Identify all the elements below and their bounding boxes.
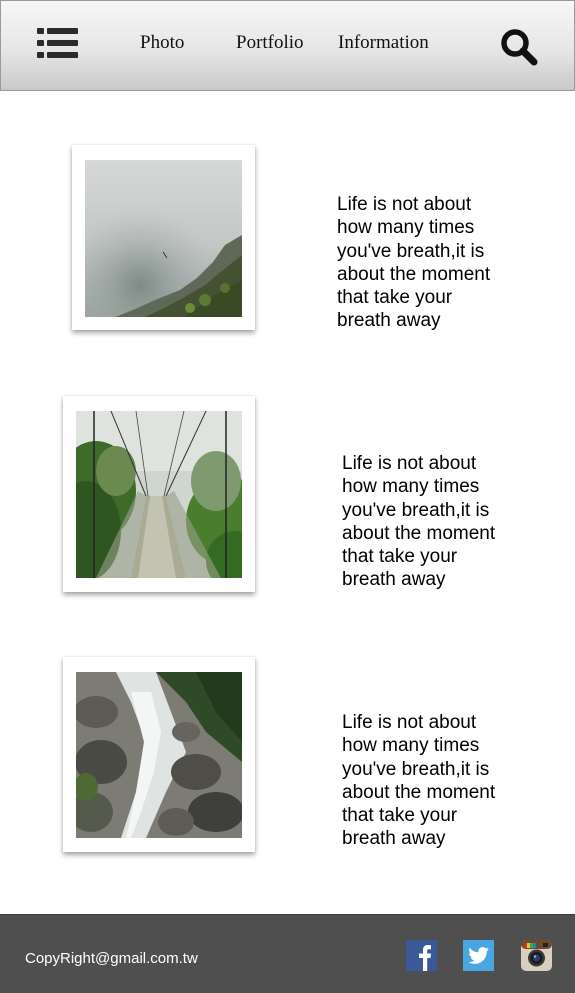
- caption-line: breath away: [337, 310, 441, 332]
- caption-line: you've breath,it is: [342, 499, 490, 521]
- copyright-text: CopyRight@gmail.com.tw: [25, 950, 198, 967]
- footer: CopyRight@gmail.com.tw: [0, 914, 575, 993]
- caption-line: that take your: [337, 287, 453, 309]
- instagram-icon[interactable]: [521, 940, 552, 971]
- photo-misty-cliff: [85, 160, 242, 317]
- search-icon[interactable]: [500, 28, 538, 66]
- caption-line: how many times: [342, 476, 480, 498]
- nav-link-information[interactable]: Information: [338, 32, 429, 54]
- post-caption: Life is not about how many times you've …: [342, 711, 517, 851]
- caption-line: breath away: [342, 569, 446, 591]
- caption-line: Life is not about: [342, 453, 477, 474]
- facebook-icon[interactable]: [406, 940, 437, 971]
- caption-line: about the moment: [342, 522, 496, 544]
- photo-rocky-river: [76, 672, 242, 838]
- caption-line: how many times: [342, 735, 480, 757]
- caption-line: about the moment: [337, 263, 491, 285]
- nav-link-portfolio[interactable]: Portfolio: [236, 32, 304, 54]
- caption-line: that take your: [342, 546, 458, 568]
- caption-line: that take your: [342, 805, 458, 827]
- caption-line: Life is not about: [337, 194, 472, 215]
- caption-line: breath away: [342, 828, 446, 850]
- post-caption: Life is not about how many times you've …: [337, 193, 512, 333]
- photo-card[interactable]: [63, 396, 255, 592]
- nav-link-photo[interactable]: Photo: [140, 32, 184, 54]
- twitter-icon[interactable]: [463, 940, 494, 971]
- caption-line: Life is not about: [342, 712, 477, 733]
- photo-suspension-bridge: [76, 411, 242, 578]
- post-caption: Life is not about how many times you've …: [342, 452, 517, 592]
- top-nav-bar: Photo Portfolio Information: [0, 0, 575, 91]
- caption-line: you've breath,it is: [342, 758, 490, 780]
- caption-line: you've breath,it is: [337, 240, 485, 262]
- caption-line: how many times: [337, 217, 475, 239]
- menu-list-icon[interactable]: [37, 28, 78, 59]
- caption-line: about the moment: [342, 781, 496, 803]
- photo-card[interactable]: [63, 657, 255, 852]
- photo-card[interactable]: [72, 145, 255, 330]
